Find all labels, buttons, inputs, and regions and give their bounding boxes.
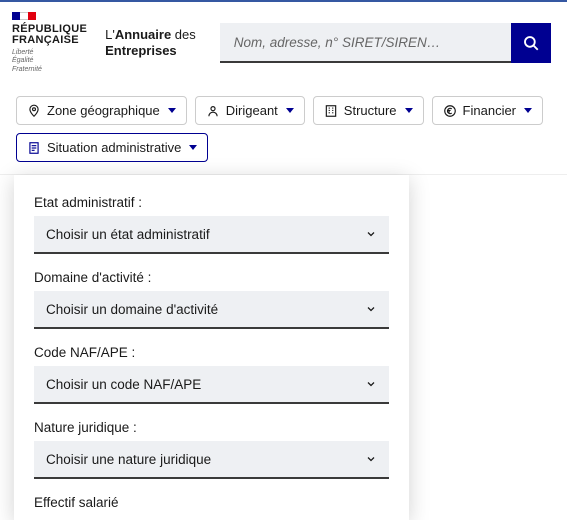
nature-juridique-label: Nature juridique : xyxy=(34,420,389,435)
person-icon xyxy=(206,104,220,118)
field-domaine-activite: Domaine d'activité : Choisir un domaine … xyxy=(34,270,389,329)
french-flag-icon xyxy=(12,12,36,20)
filter-situation-label: Situation administrative xyxy=(47,140,181,155)
filter-situation-administrative[interactable]: Situation administrative xyxy=(16,133,208,162)
pin-icon xyxy=(27,104,41,118)
field-nature-juridique: Nature juridique : Choisir une nature ju… xyxy=(34,420,389,479)
filter-geo-label: Zone géographique xyxy=(47,103,160,118)
chevron-down-icon xyxy=(189,145,197,150)
etat-administratif-select[interactable]: Choisir un état administratif xyxy=(34,216,389,254)
filter-bar: Zone géographique Dirigeant Structure Fi… xyxy=(0,84,567,175)
filter-dirigeant[interactable]: Dirigeant xyxy=(195,96,305,125)
code-naf-select[interactable]: Choisir un code NAF/APE xyxy=(34,366,389,404)
chevron-down-icon xyxy=(365,453,377,465)
search-bar xyxy=(220,23,551,63)
main-content: importe quelle entreprise, ass ment ou r… xyxy=(0,175,567,437)
field-effectif-salarie: Effectif salarié xyxy=(34,495,389,510)
chevron-down-icon xyxy=(168,108,176,113)
building-icon xyxy=(324,104,338,118)
gov-title-line2: FRANÇAISE xyxy=(12,35,79,46)
nature-juridique-select[interactable]: Choisir une nature juridique xyxy=(34,441,389,479)
euro-icon xyxy=(443,104,457,118)
filter-geo[interactable]: Zone géographique xyxy=(16,96,187,125)
search-button[interactable] xyxy=(511,23,551,63)
chevron-down-icon xyxy=(365,378,377,390)
domaine-activite-label: Domaine d'activité : xyxy=(34,270,389,285)
domaine-activite-select[interactable]: Choisir un domaine d'activité xyxy=(34,291,389,329)
chevron-down-icon xyxy=(365,303,377,315)
filter-financier[interactable]: Financier xyxy=(432,96,543,125)
etat-administratif-label: Etat administratif : xyxy=(34,195,389,210)
filter-financier-label: Financier xyxy=(463,103,516,118)
code-naf-value: Choisir un code NAF/APE xyxy=(46,377,201,392)
chevron-down-icon xyxy=(405,108,413,113)
gov-motto: Liberté Égalité Fraternité xyxy=(12,49,42,74)
situation-administrative-panel: Etat administratif : Choisir un état adm… xyxy=(14,175,409,520)
filter-structure[interactable]: Structure xyxy=(313,96,424,125)
chevron-down-icon xyxy=(286,108,294,113)
nature-juridique-value: Choisir une nature juridique xyxy=(46,452,211,467)
search-icon xyxy=(522,34,540,52)
search-input[interactable] xyxy=(220,23,511,63)
header: RÉPUBLIQUE FRANÇAISE Liberté Égalité Fra… xyxy=(0,2,567,84)
chevron-down-icon xyxy=(524,108,532,113)
filter-structure-label: Structure xyxy=(344,103,397,118)
etat-administratif-value: Choisir un état administratif xyxy=(46,227,210,242)
gov-marianne-block: RÉPUBLIQUE FRANÇAISE Liberté Égalité Fra… xyxy=(12,12,87,74)
code-naf-label: Code NAF/APE : xyxy=(34,345,389,360)
field-etat-administratif: Etat administratif : Choisir un état adm… xyxy=(34,195,389,254)
chevron-down-icon xyxy=(365,228,377,240)
effectif-salarie-label: Effectif salarié xyxy=(34,495,389,510)
domaine-activite-value: Choisir un domaine d'activité xyxy=(46,302,218,317)
document-icon xyxy=(27,141,41,155)
filter-dirigeant-label: Dirigeant xyxy=(226,103,278,118)
site-brand[interactable]: L'Annuaire desEntreprises xyxy=(105,27,196,58)
field-code-naf: Code NAF/APE : Choisir un code NAF/APE xyxy=(34,345,389,404)
